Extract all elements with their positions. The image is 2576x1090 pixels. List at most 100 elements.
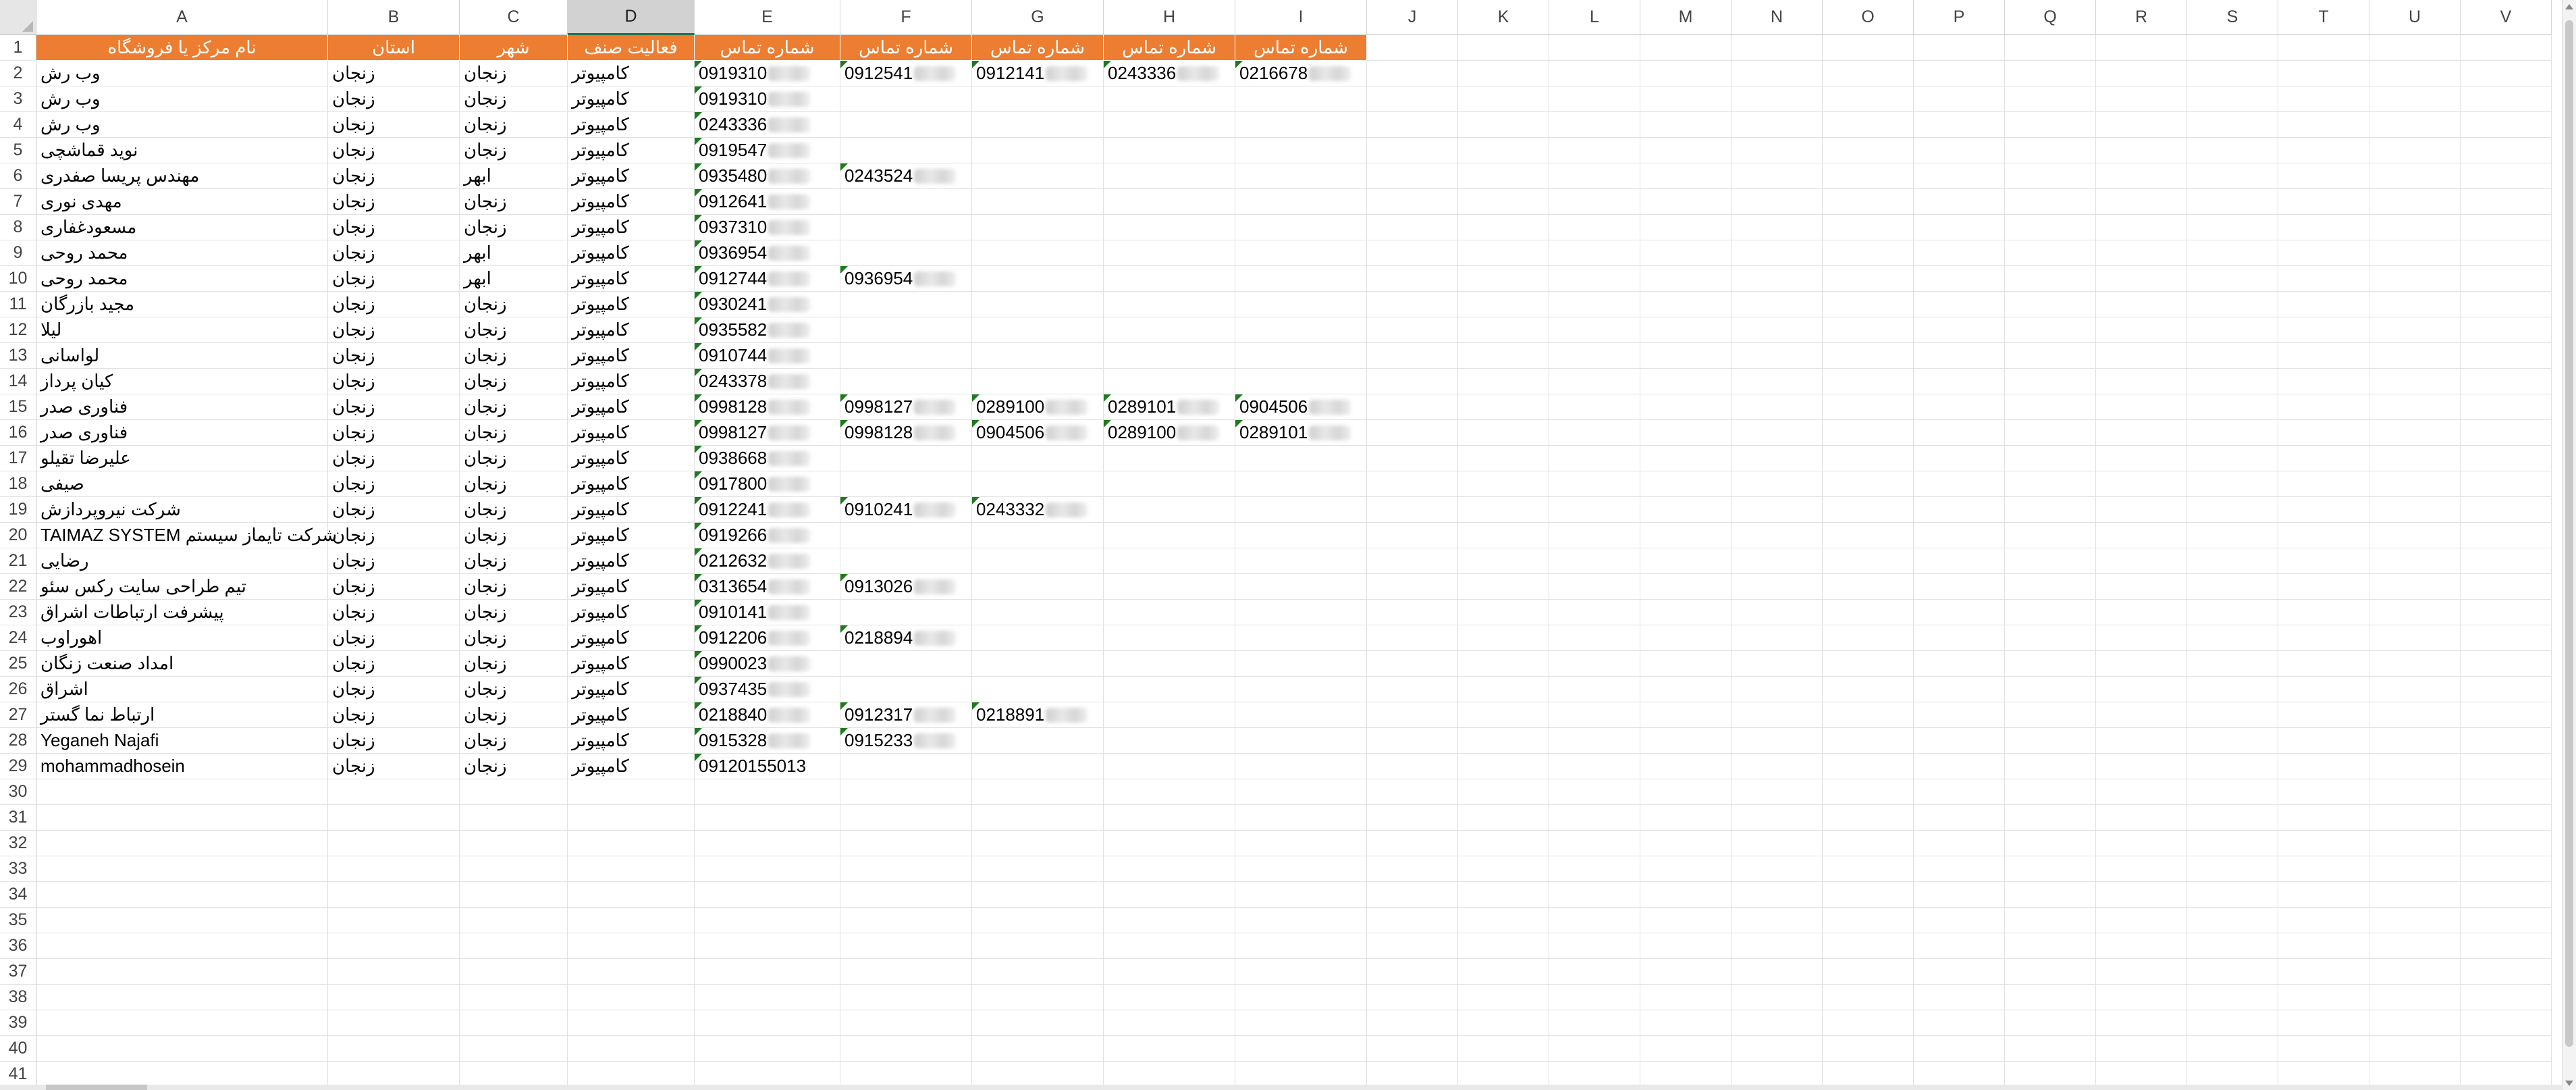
grid-cell[interactable] — [2096, 933, 2187, 959]
grid-cell[interactable] — [1914, 86, 2005, 112]
grid-cell[interactable] — [1458, 754, 1549, 779]
grid-cell[interactable] — [2461, 805, 2552, 831]
grid-cell[interactable] — [1367, 163, 1458, 189]
row-header-36[interactable]: 36 — [0, 933, 36, 959]
grid-cell[interactable] — [1104, 1036, 1235, 1062]
phone-cell[interactable]: 0910241 — [840, 497, 972, 523]
grid-cell[interactable] — [2461, 35, 2552, 61]
grid-cell[interactable] — [1549, 779, 1640, 805]
grid-cell[interactable] — [1823, 189, 1914, 215]
grid-cell[interactable] — [1914, 394, 2005, 420]
grid-cell[interactable] — [840, 138, 972, 163]
row-header-37[interactable]: 37 — [0, 959, 36, 985]
grid-cell[interactable] — [2096, 266, 2187, 292]
grid-cell[interactable] — [1823, 882, 1914, 908]
grid-cell[interactable] — [840, 651, 972, 677]
grid-cell[interactable] — [1732, 446, 1823, 471]
grid-cell[interactable] — [1458, 446, 1549, 471]
grid-cell[interactable] — [1367, 600, 1458, 625]
grid-cell[interactable] — [1640, 933, 1732, 959]
row-header-21[interactable]: 21 — [0, 548, 36, 574]
grid-cell[interactable] — [972, 548, 1104, 574]
activity-cell[interactable]: کامپیوتر — [568, 215, 695, 240]
grid-cell[interactable] — [2461, 420, 2552, 446]
grid-cell[interactable] — [36, 805, 328, 831]
grid-cell[interactable] — [1732, 1010, 1823, 1036]
grid-cell[interactable] — [1732, 471, 1823, 497]
grid-cell[interactable] — [1367, 497, 1458, 523]
grid-cell[interactable] — [2187, 369, 2278, 394]
grid-cell[interactable] — [1640, 471, 1732, 497]
province-cell[interactable]: زنجان — [328, 754, 460, 779]
city-cell[interactable]: زنجان — [460, 574, 568, 600]
city-cell[interactable]: زنجان — [460, 523, 568, 548]
row-header-30[interactable]: 30 — [0, 779, 36, 805]
grid-cell[interactable] — [840, 959, 972, 985]
grid-cell[interactable] — [328, 805, 460, 831]
grid-cell[interactable] — [1732, 112, 1823, 138]
grid-cell[interactable] — [1367, 754, 1458, 779]
grid-cell[interactable] — [1732, 86, 1823, 112]
grid-cell[interactable] — [568, 908, 695, 933]
grid-cell[interactable] — [2096, 292, 2187, 317]
store-name-cell[interactable]: فناوری صدر — [36, 420, 328, 446]
grid-cell[interactable] — [1823, 779, 1914, 805]
phone-cell[interactable]: 0912141 — [972, 61, 1104, 86]
row-header-15[interactable]: 15 — [0, 394, 36, 420]
grid-cell[interactable] — [2369, 138, 2461, 163]
activity-cell[interactable]: کامپیوتر — [568, 446, 695, 471]
grid-cell[interactable] — [1732, 369, 1823, 394]
grid-cell[interactable] — [1823, 600, 1914, 625]
grid-cell[interactable] — [328, 908, 460, 933]
grid-cell[interactable] — [2278, 933, 2369, 959]
activity-cell[interactable]: کامپیوتر — [568, 61, 695, 86]
grid-cell[interactable] — [1640, 420, 1732, 446]
phone-cell[interactable]: 0243524 — [840, 163, 972, 189]
grid-cell[interactable] — [840, 343, 972, 369]
city-cell[interactable]: زنجان — [460, 189, 568, 215]
province-cell[interactable]: زنجان — [328, 138, 460, 163]
grid-cell[interactable] — [1640, 548, 1732, 574]
grid-cell[interactable] — [1235, 779, 1367, 805]
grid-cell[interactable] — [2461, 343, 2552, 369]
store-name-cell[interactable]: مهدی نوری — [36, 189, 328, 215]
grid-cell[interactable] — [1914, 189, 2005, 215]
grid-cell[interactable] — [972, 625, 1104, 651]
grid-cell[interactable] — [2278, 728, 2369, 754]
row-header-10[interactable]: 10 — [0, 266, 36, 292]
grid-cell[interactable] — [1732, 728, 1823, 754]
grid-cell[interactable] — [695, 1036, 840, 1062]
grid-cell[interactable] — [1104, 882, 1235, 908]
grid-cell[interactable] — [1235, 728, 1367, 754]
grid-cell[interactable] — [1640, 908, 1732, 933]
phone-cell[interactable]: 0917800 — [695, 471, 840, 497]
grid-cell[interactable] — [972, 651, 1104, 677]
grid-cell[interactable] — [2096, 523, 2187, 548]
grid-cell[interactable] — [2096, 497, 2187, 523]
activity-cell[interactable]: کامپیوتر — [568, 394, 695, 420]
city-cell[interactable]: زنجان — [460, 61, 568, 86]
grid-cell[interactable] — [2278, 908, 2369, 933]
grid-cell[interactable] — [1458, 651, 1549, 677]
grid-cell[interactable] — [2187, 317, 2278, 343]
province-cell[interactable]: زنجان — [328, 651, 460, 677]
grid-cell[interactable] — [1549, 471, 1640, 497]
grid-cell[interactable] — [1732, 35, 1823, 61]
row-header-27[interactable]: 27 — [0, 702, 36, 728]
grid-cell[interactable] — [2278, 394, 2369, 420]
grid-cell[interactable] — [2461, 1036, 2552, 1062]
phone-cell[interactable]: 0912241 — [695, 497, 840, 523]
grid-cell[interactable] — [2461, 112, 2552, 138]
grid-cell[interactable] — [568, 1010, 695, 1036]
grid-cell[interactable] — [1104, 138, 1235, 163]
city-cell[interactable]: ابهر — [460, 163, 568, 189]
header-cell[interactable]: استان — [328, 35, 460, 61]
grid-cell[interactable] — [328, 959, 460, 985]
header-cell[interactable]: شماره تماس — [695, 35, 840, 61]
grid-cell[interactable] — [1732, 625, 1823, 651]
grid-cell[interactable] — [1367, 805, 1458, 831]
city-cell[interactable]: زنجان — [460, 728, 568, 754]
grid-cell[interactable] — [1732, 985, 1823, 1010]
grid-cell[interactable] — [2369, 728, 2461, 754]
grid-cell[interactable] — [568, 1036, 695, 1062]
